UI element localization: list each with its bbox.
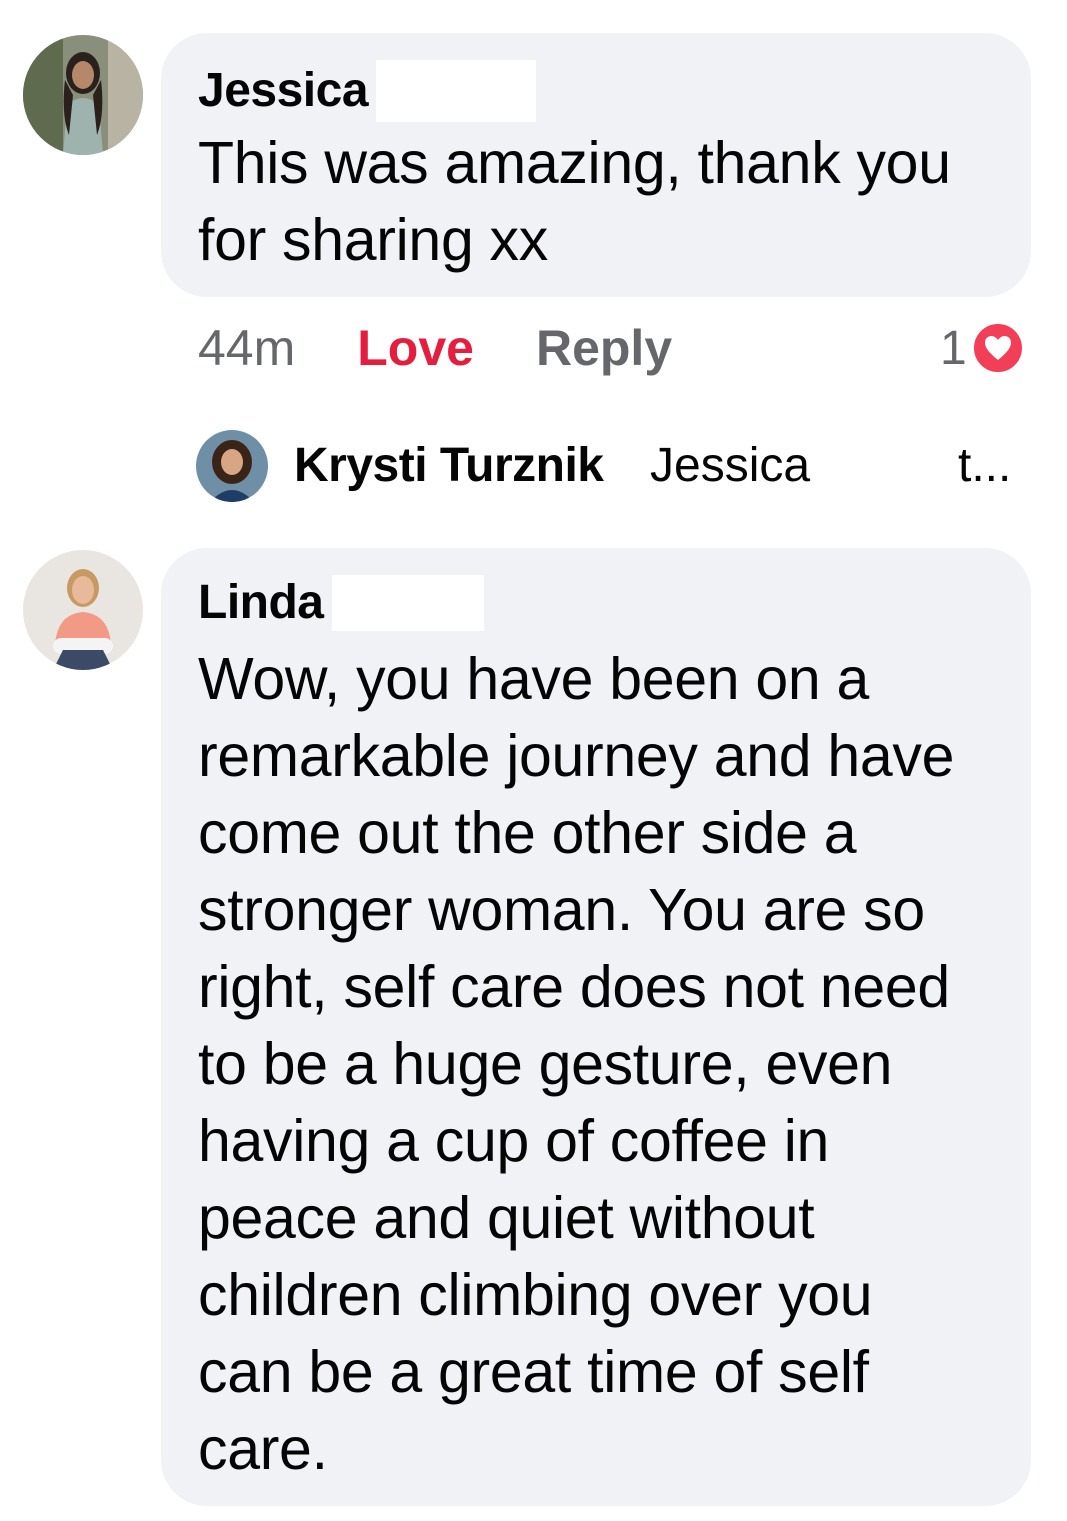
jessica-avatar[interactable] bbox=[23, 35, 143, 155]
reply-mention[interactable]: Jessica bbox=[650, 436, 810, 496]
comment-text-line: having a cup of coffee in bbox=[198, 1108, 830, 1174]
reply-button[interactable]: Reply bbox=[536, 319, 672, 377]
comment-text-line: for sharing xx bbox=[198, 207, 548, 273]
comment-text-line: Wow, you have been on a bbox=[198, 646, 869, 712]
profile-photo-icon bbox=[23, 35, 143, 155]
comment-text-line: care. bbox=[198, 1416, 328, 1482]
comment-text-line: peace and quiet without bbox=[198, 1185, 815, 1251]
comment-author-name[interactable]: Linda bbox=[198, 575, 324, 631]
heart-icon bbox=[970, 321, 1025, 375]
comment-text-line: children climbing over you bbox=[198, 1262, 873, 1328]
reaction-summary[interactable]: 1 bbox=[940, 318, 1025, 378]
comment-text-line: come out the other side a bbox=[198, 800, 857, 866]
profile-photo-icon bbox=[23, 550, 143, 670]
love-reaction-button[interactable]: Love bbox=[357, 319, 474, 377]
reply-truncated-text: t... bbox=[958, 439, 1012, 492]
comment-text-line: can be a great time of self bbox=[198, 1339, 869, 1405]
comment-actions: 44m Love Reply bbox=[198, 318, 672, 378]
comment-text-line: right, self care does not need bbox=[198, 954, 950, 1020]
comment-text-line: to be a huge gesture, even bbox=[198, 1031, 893, 1097]
comment-text-line: This was amazing, thank you bbox=[198, 130, 951, 196]
reaction-count: 1 bbox=[940, 321, 967, 375]
comment-author-row: Linda bbox=[198, 575, 484, 631]
comment-author-row: Jessica bbox=[198, 60, 537, 122]
linda-avatar[interactable] bbox=[23, 550, 143, 670]
reply-author-name[interactable]: Krysti Turznik bbox=[294, 436, 604, 496]
comment-text-line: remarkable journey and have bbox=[198, 723, 955, 789]
comment-timestamp[interactable]: 44m bbox=[198, 319, 295, 377]
redacted-surname bbox=[331, 575, 484, 631]
comment-author-name[interactable]: Jessica bbox=[198, 63, 369, 119]
comment-text-line: stronger woman. You are so bbox=[198, 877, 925, 943]
reply-preview[interactable]: Krysti Turznik Jessica t... bbox=[196, 430, 1036, 502]
krysti-avatar[interactable] bbox=[196, 430, 268, 502]
redacted-surname bbox=[376, 60, 537, 122]
profile-photo-icon bbox=[196, 430, 268, 502]
